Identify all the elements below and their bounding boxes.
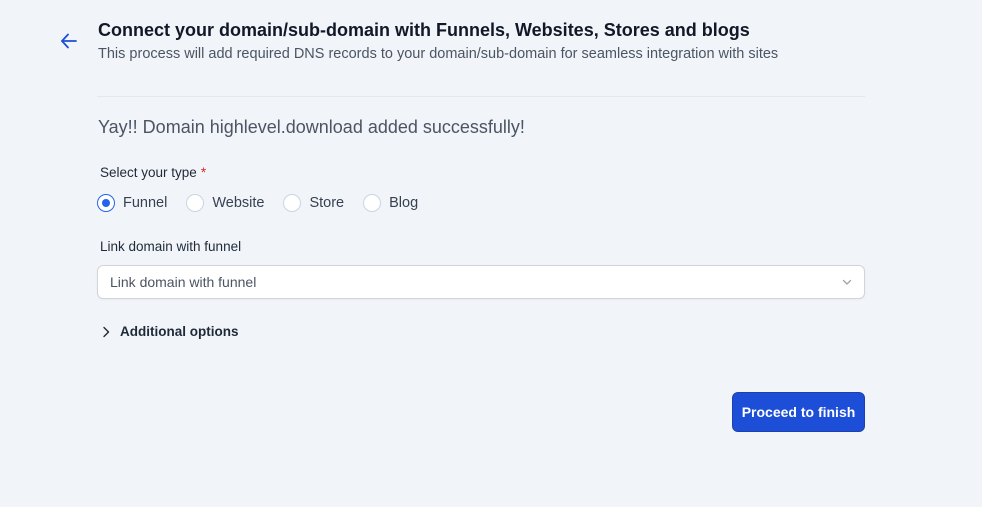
radio-button[interactable]: [283, 194, 302, 212]
back-button[interactable]: [56, 28, 82, 54]
type-radio-group: Funnel Website Store Blog: [97, 193, 437, 213]
radio-label: Website: [212, 195, 265, 211]
additional-options-toggle[interactable]: Additional options: [100, 324, 238, 339]
link-domain-label: Link domain with funnel: [100, 239, 242, 254]
radio-website[interactable]: Website: [186, 193, 264, 213]
radio-store[interactable]: Store: [283, 193, 344, 213]
radio-selected-dot: [102, 199, 110, 207]
required-mark: *: [200, 165, 207, 180]
radio-label: Funnel: [123, 195, 168, 211]
page-header: Connect your domain/sub-domain with Funn…: [98, 19, 878, 64]
type-select-label: Select your type *: [100, 164, 206, 182]
domain-connect-page: Connect your domain/sub-domain with Funn…: [0, 0, 982, 507]
page-subtitle: This process will add required DNS recor…: [98, 46, 779, 62]
success-message: Yay!! Domain highlevel.download added su…: [98, 117, 525, 137]
radio-button[interactable]: [97, 194, 115, 212]
type-select-label-text: Select your type: [100, 165, 197, 180]
link-domain-select[interactable]: Link domain with funnel: [97, 265, 865, 299]
select-placeholder: Link domain with funnel: [110, 274, 257, 290]
arrow-left-icon: [61, 33, 77, 49]
page-title: Connect your domain/sub-domain with Funn…: [98, 20, 750, 40]
radio-button[interactable]: [363, 194, 382, 212]
radio-label: Blog: [389, 195, 419, 211]
header-divider: [97, 96, 865, 97]
additional-options-label: Additional options: [120, 324, 239, 339]
proceed-button[interactable]: Proceed to finish: [732, 392, 865, 432]
radio-label: Store: [309, 195, 345, 211]
chevron-down-icon: [842, 279, 852, 285]
radio-button[interactable]: [186, 194, 205, 212]
chevron-right-icon: [103, 326, 110, 337]
radio-funnel[interactable]: Funnel: [97, 193, 167, 213]
radio-blog[interactable]: Blog: [363, 193, 418, 213]
